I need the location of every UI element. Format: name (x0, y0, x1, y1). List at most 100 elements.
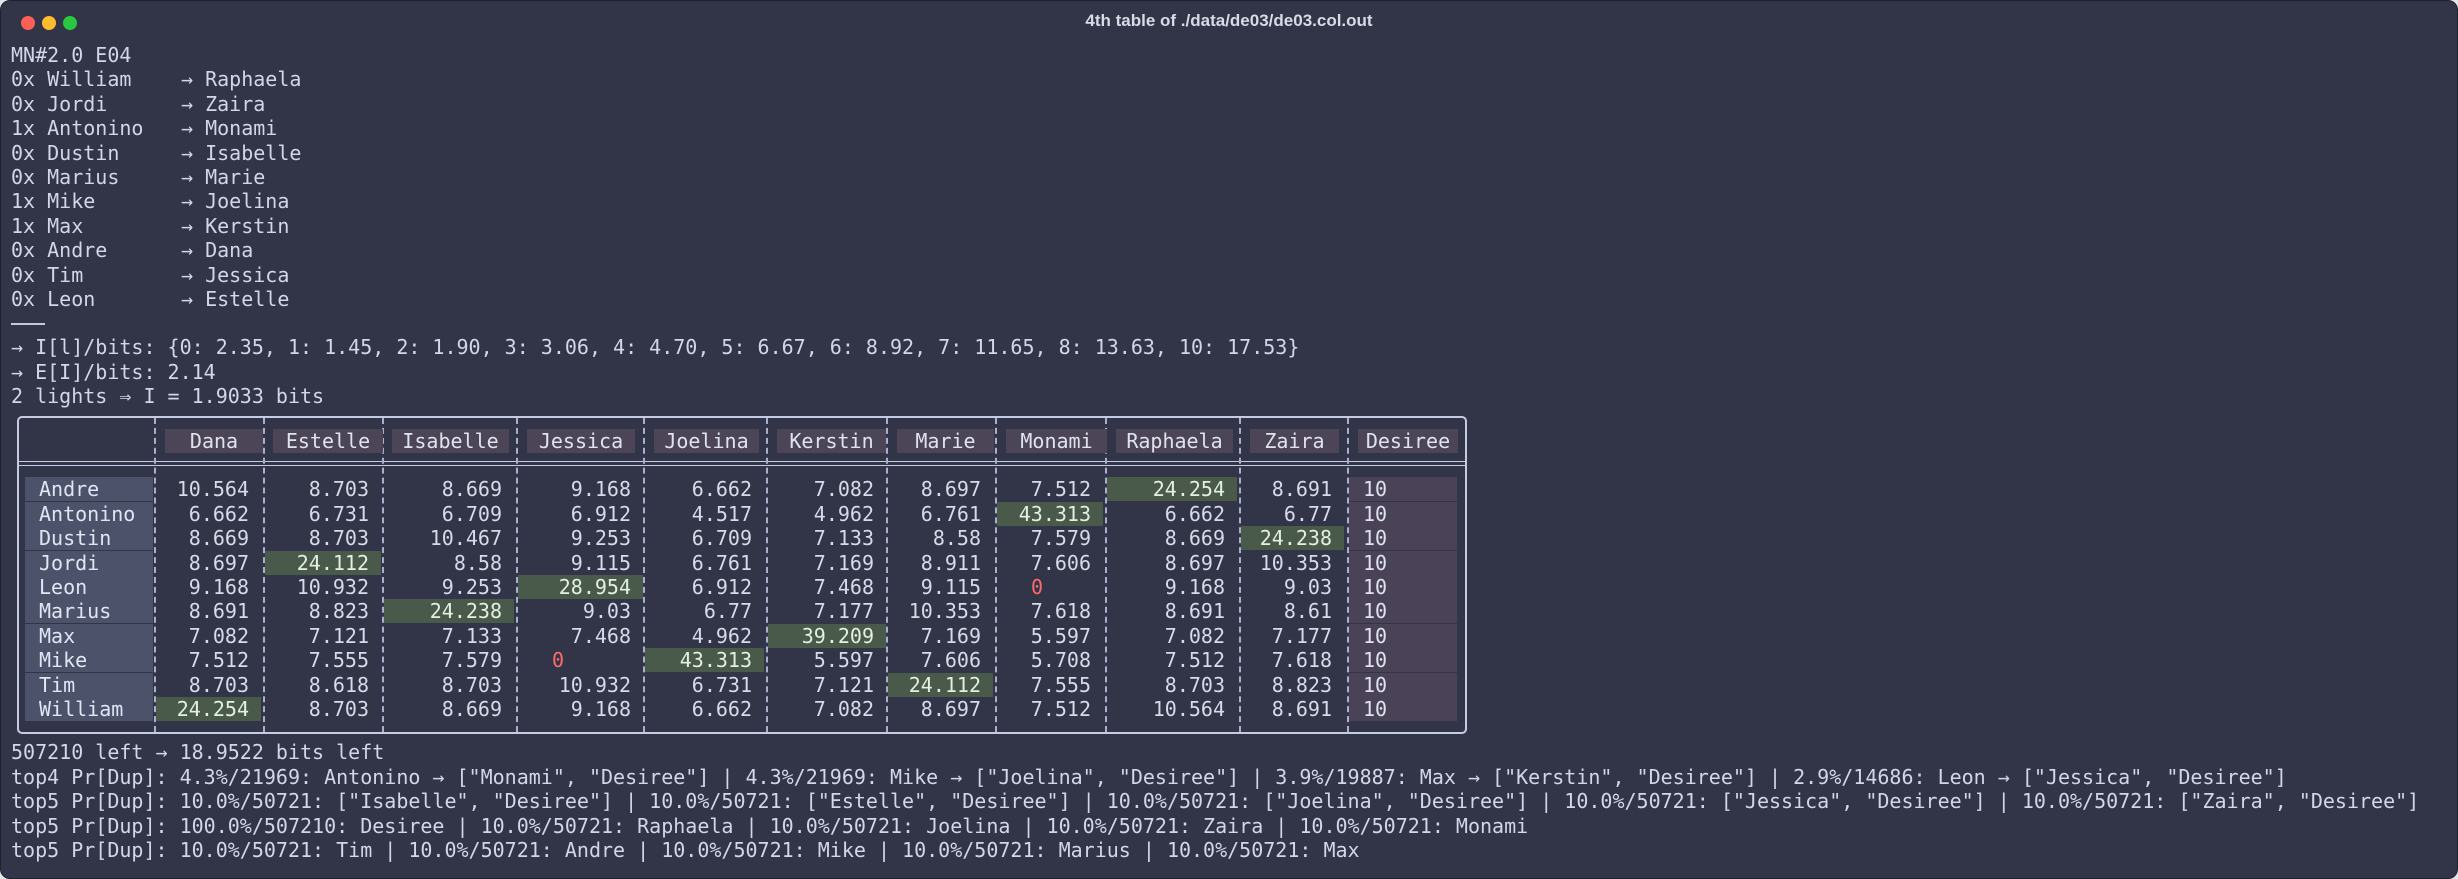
mapping-arrow: → (181, 262, 206, 287)
table-cell: 0 (552, 648, 565, 673)
table-row-leon: Leon 9.168 10.932 9.253 28.954 6.912 7.468 9.11… (19, 575, 1465, 600)
mapping-arrow: → (181, 67, 206, 92)
info-line: 2 lights ⇒ I = 1.9033 bits (11, 384, 325, 409)
mapping-from: 0x Leon (11, 286, 96, 311)
info-lines: → I[l]/bits: {0: 2.35, 1: 1.45, 2: 1.90,… (11, 335, 2451, 408)
table-cell: 7.579 (441, 648, 502, 673)
column-header-joelina: Joelina (654, 429, 759, 454)
mapping-from: 0x Andre (11, 238, 108, 263)
table-cell: 4.962 (691, 623, 752, 648)
table-cell: 6.761 (920, 501, 981, 526)
column-header-desiree: Desiree (1358, 429, 1458, 454)
row-name: William (25, 697, 153, 722)
table-cell: 7.618 (1030, 599, 1091, 624)
column-header-monami: Monami (1006, 429, 1107, 454)
mapping-line: 1x Antonino → Monami (11, 116, 2451, 140)
mapping-to: Dana (205, 238, 254, 263)
table-row-marius: Marius 8.691 8.823 24.238 9.03 6.77 7.177 10.35… (19, 599, 1465, 624)
mapping-to: Zaira (205, 91, 266, 116)
table-cell: 10 (1349, 550, 1457, 575)
table-row-mike: Mike 7.512 7.555 7.579 0 43.313 5.597 7.606 5.70… (19, 648, 1465, 673)
mapping-arrow: → (181, 164, 206, 189)
row-name: Tim (25, 672, 153, 697)
table-cell: 8.697 (188, 550, 249, 575)
table-cell: 6.761 (691, 550, 752, 575)
mapping-to: Monami (205, 116, 278, 141)
column-header-zaira: Zaira (1250, 429, 1339, 454)
table-cell: 5.597 (1030, 623, 1091, 648)
table-cell: 10 (1349, 526, 1457, 551)
mapping-to: Isabelle (205, 140, 302, 165)
table-cell: 8.697 (920, 477, 981, 502)
table-cell: 8.669 (441, 697, 502, 722)
table-cell: 8.703 (1164, 672, 1225, 697)
row-name: Andre (25, 477, 153, 502)
row-name: Max (25, 623, 153, 648)
table-cell: 8.669 (188, 526, 249, 551)
table-cell: 7.169 (813, 550, 874, 575)
table-cell: 5.708 (1030, 648, 1091, 673)
table-cell: 8.703 (308, 697, 369, 722)
mapping-from: 0x Jordi (11, 91, 108, 116)
mapping-from: 0x Marius (11, 164, 120, 189)
table-cell: 8.691 (1271, 697, 1332, 722)
mapping-to: Joelina (205, 189, 290, 214)
table-cell: 6.662 (691, 697, 752, 722)
table-cell: 24.254 (1107, 477, 1237, 502)
table-cell: 8.61 (1283, 599, 1332, 624)
table-cell: 7.579 (1030, 526, 1091, 551)
table-cell: 24.254 (156, 697, 261, 722)
table-row-william: William 24.254 8.703 8.669 9.168 6.662 7.082 8.… (19, 697, 1465, 722)
table-cell: 9.253 (570, 526, 631, 551)
title-bar: 4th table of ./data/de03/de03.col.out (1, 1, 2457, 43)
mapping-arrow: → (181, 116, 206, 141)
table-cell: 7.082 (813, 697, 874, 722)
table-cell: 7.169 (920, 623, 981, 648)
table-cell: 10 (1349, 648, 1457, 673)
terminal-output[interactable]: MN#2.0 E04 0x William → Raphaela 0x Jordi →… (11, 43, 2451, 862)
table-cell: 6.709 (691, 526, 752, 551)
table-cell: 9.03 (582, 599, 631, 624)
table-cell: 7.468 (570, 623, 631, 648)
table-cell: 8.703 (308, 526, 369, 551)
table-cell: 8.58 (453, 550, 502, 575)
column-header-estelle: Estelle (273, 429, 383, 454)
mapping-list: 0x William → Raphaela 0x Jordi → Zaira 1x An… (11, 67, 2451, 311)
table-cell: 7.606 (920, 648, 981, 673)
table-cell: 10 (1349, 672, 1457, 697)
table-cell: 5.597 (813, 648, 874, 673)
table-cell: 10.564 (1152, 697, 1225, 722)
table-cell: 8.669 (441, 477, 502, 502)
table-cell: 6.912 (691, 575, 752, 600)
table-cell: 10 (1349, 697, 1457, 722)
table-cell: 8.697 (1164, 550, 1225, 575)
table-cell: 9.253 (441, 575, 502, 600)
table-cell: 8.58 (932, 526, 981, 551)
column-header-raphaela: Raphaela (1116, 429, 1233, 454)
table-cell: 7.468 (813, 575, 874, 600)
table-row-dustin: Dustin 8.669 8.703 10.467 9.253 6.709 7.133 8.5… (19, 526, 1465, 551)
table-cell: 7.121 (813, 672, 874, 697)
row-name: Leon (25, 575, 153, 600)
footer-line: 507210 left → 18.9522 bits left (11, 740, 385, 765)
table-cell: 8.691 (1164, 599, 1225, 624)
table-cell: 28.954 (518, 575, 643, 600)
table-cell: 8.691 (188, 599, 249, 624)
table-cell: 10.932 (296, 575, 369, 600)
mapping-line: 1x Max → Kerstin (11, 214, 2451, 238)
table-cell: 7.133 (441, 623, 502, 648)
table-cell: 7.082 (813, 477, 874, 502)
mapping-line: 0x Leon → Estelle (11, 287, 2451, 311)
table-cell: 7.606 (1030, 550, 1091, 575)
table-cell: 6.731 (308, 501, 369, 526)
mapping-arrow: → (181, 213, 206, 238)
table-cell: 7.082 (1164, 623, 1225, 648)
table-cell: 7.512 (188, 648, 249, 673)
table-cell: 10.932 (558, 672, 631, 697)
table-cell: 10.564 (176, 477, 249, 502)
table-cell: 8.911 (920, 550, 981, 575)
table-cell: 8.703 (441, 672, 502, 697)
table-cell: 8.697 (920, 697, 981, 722)
table-cell: 4.962 (813, 501, 874, 526)
table-cell: 7.512 (1164, 648, 1225, 673)
